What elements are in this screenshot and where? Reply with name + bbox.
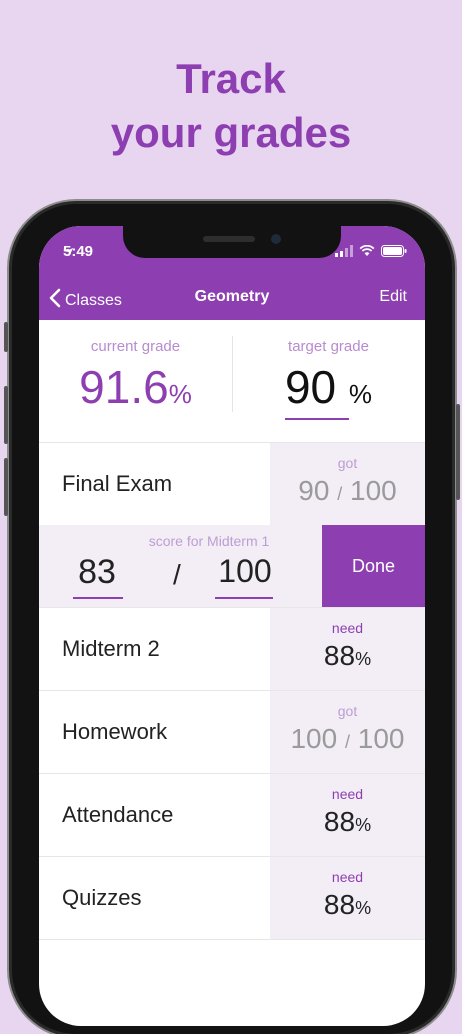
power-button: [456, 404, 460, 500]
list-item[interactable]: Attendance need 88%: [39, 773, 425, 856]
score-sep: /: [344, 732, 350, 752]
score-cell[interactable]: need 88%: [270, 774, 425, 856]
status-label: got: [337, 703, 358, 719]
target-grade-label: target grade: [288, 338, 369, 355]
status-label: need: [331, 869, 364, 885]
target-grade-value: 90: [284, 361, 337, 413]
wifi-icon: [359, 244, 375, 262]
notch: [123, 226, 341, 258]
score-cell[interactable]: need 88%: [270, 608, 425, 690]
headline-line-2: your grades: [110, 109, 352, 156]
need-unit: %: [355, 815, 372, 835]
score-value: 88%: [270, 806, 425, 838]
page-title: Geometry: [194, 288, 270, 305]
current-grade-unit: %: [168, 379, 192, 409]
score-cell[interactable]: need 88%: [270, 857, 425, 939]
score-got: 90: [298, 475, 330, 506]
score-total: 100: [357, 723, 405, 754]
need-unit: %: [355, 649, 372, 669]
need-value: 88: [323, 889, 356, 920]
score-total-input[interactable]: 100: [215, 553, 275, 590]
volume-down-button: [4, 458, 8, 516]
status-icons: [65, 244, 407, 262]
score-value: 100 / 100: [270, 723, 425, 755]
target-grade-unit: %: [348, 379, 373, 409]
list-item[interactable]: Homework got 100 / 100: [39, 690, 425, 773]
volume-up-button: [4, 386, 8, 444]
status-label: need: [331, 786, 364, 802]
current-grade-label: current grade: [90, 338, 181, 355]
item-name: Final Exam: [62, 471, 173, 496]
item-name: Attendance: [62, 802, 174, 827]
score-sep: /: [337, 484, 343, 504]
done-button[interactable]: Done: [322, 525, 425, 607]
item-name: Homework: [62, 719, 168, 744]
edit-score-label: score for Midterm 1: [148, 533, 270, 549]
score-got: 100: [290, 723, 338, 754]
status-label: need: [331, 620, 364, 636]
score-sep: /: [173, 559, 181, 590]
item-name: Midterm 2: [62, 636, 160, 661]
list-item[interactable]: Quizzes need 88%: [39, 856, 425, 940]
target-grade-input[interactable]: 90 %: [232, 360, 425, 414]
location-arrow-icon: [64, 244, 74, 262]
score-value: 90 / 100: [270, 475, 425, 507]
current-grade-value: 91.6: [79, 361, 169, 413]
front-camera: [271, 234, 281, 244]
headline: Track your grades: [0, 52, 462, 160]
edit-button[interactable]: Edit: [379, 288, 407, 306]
phone-frame: 5:49 Classes Geometry Edit current grade…: [4, 204, 460, 1034]
status-label: got: [337, 455, 358, 471]
score-cell[interactable]: got 90 / 100: [270, 443, 425, 525]
headline-line-1: Track: [176, 55, 286, 102]
list-item[interactable]: Midterm 2 need 88%: [39, 607, 425, 690]
item-name: Quizzes: [62, 885, 142, 910]
current-grade: current grade 91.6%: [39, 320, 232, 442]
score-cell[interactable]: got 100 / 100: [270, 691, 425, 773]
battery-icon: [381, 244, 407, 262]
total-underline: [215, 597, 273, 599]
mute-switch: [4, 322, 8, 352]
need-unit: %: [355, 898, 372, 918]
score-value: 88%: [270, 889, 425, 921]
need-value: 88: [323, 806, 356, 837]
score-got-input[interactable]: 83: [71, 553, 123, 592]
score-total: 100: [350, 475, 397, 506]
phone-screen: 5:49 Classes Geometry Edit current grade…: [39, 226, 425, 1026]
edit-score-row[interactable]: score for Midterm 1 83 / 100 Done: [39, 525, 425, 607]
target-underline: [285, 418, 349, 420]
current-grade-value-wrap: 91.6%: [39, 360, 232, 414]
list-item[interactable]: Final Exam got 90 / 100: [39, 442, 425, 525]
speaker: [203, 236, 255, 242]
got-underline: [73, 597, 123, 599]
score-value: 88%: [270, 640, 425, 672]
grade-summary: current grade 91.6% target grade 90 %: [39, 320, 425, 442]
target-grade[interactable]: target grade 90 %: [232, 320, 425, 442]
need-value: 88: [323, 640, 356, 671]
